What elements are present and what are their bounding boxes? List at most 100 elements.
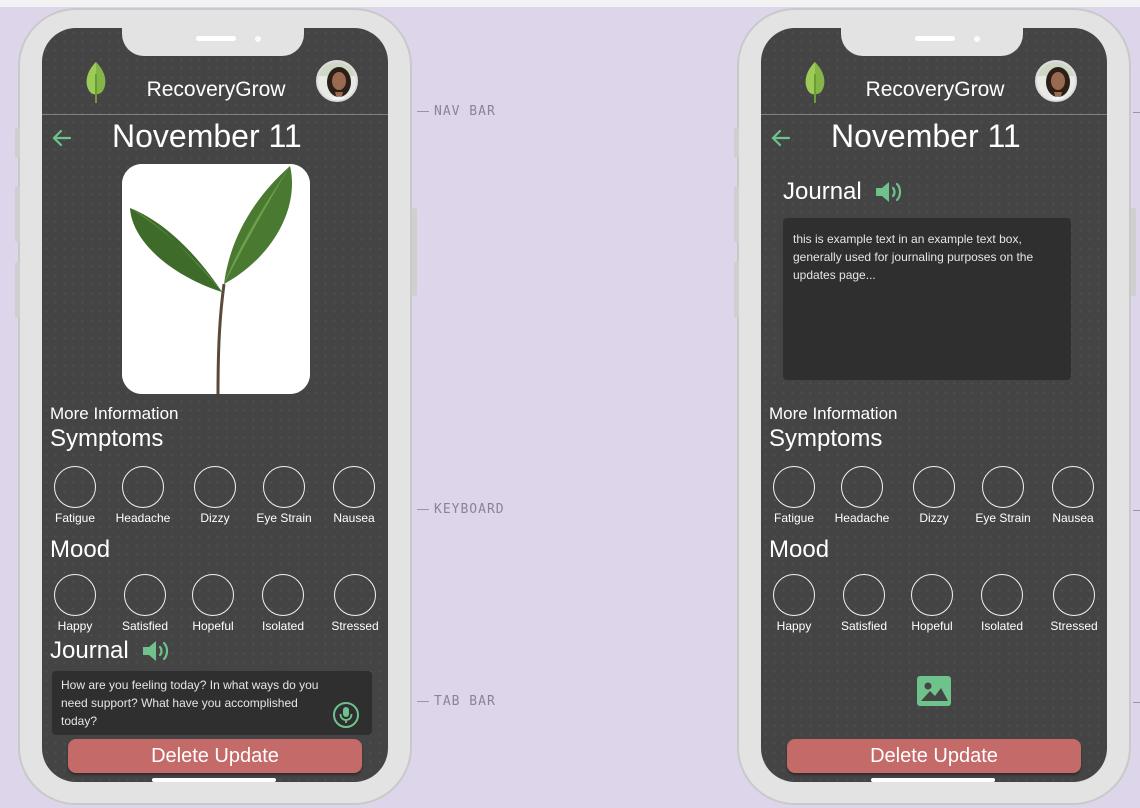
- phone-right: RecoveryGrow November 11 Journal this is…: [734, 8, 1136, 805]
- volume-down-button: [15, 262, 20, 318]
- mute-switch: [15, 128, 20, 158]
- screen-right: RecoveryGrow November 11 Journal this is…: [761, 28, 1107, 782]
- mood-label: Happy: [57, 619, 93, 633]
- symptom-toggle[interactable]: [773, 466, 815, 508]
- volume-up-button: [15, 186, 20, 242]
- mood-toggle[interactable]: [334, 574, 376, 616]
- avatar-photo: [1037, 62, 1075, 100]
- symptoms-heading: Symptoms: [50, 425, 164, 452]
- back-arrow-icon[interactable]: [50, 126, 74, 150]
- journal-heading: Journal: [783, 178, 862, 205]
- mood-toggle[interactable]: [124, 574, 166, 616]
- avatar[interactable]: [316, 60, 358, 102]
- earpiece: [196, 36, 236, 41]
- mood-row: Happy Satisfied Hopeful Isolated Stresse…: [42, 574, 388, 640]
- edge-marker: [1133, 702, 1140, 703]
- symptom-option[interactable]: Fatigue: [42, 466, 110, 525]
- keyboard-annotation: KEYBOARD: [417, 502, 505, 517]
- symptom-option[interactable]: Headache: [827, 466, 897, 525]
- symptom-option[interactable]: Fatigue: [761, 466, 829, 525]
- mood-option[interactable]: Happy: [42, 574, 110, 633]
- mood-toggle[interactable]: [773, 574, 815, 616]
- symptom-label: Fatigue: [773, 511, 815, 525]
- plant-image: [122, 164, 310, 394]
- symptom-option[interactable]: Headache: [108, 466, 178, 525]
- image-icon[interactable]: [917, 676, 951, 706]
- symptom-label: Headache: [115, 511, 171, 525]
- mood-toggle[interactable]: [192, 574, 234, 616]
- journal-input[interactable]: How are you feeling today? In what ways …: [52, 671, 372, 735]
- more-information-label: More Information: [50, 404, 179, 423]
- symptom-label: Eye Strain: [975, 511, 1031, 525]
- symptom-option[interactable]: Nausea: [319, 466, 388, 525]
- plant-illustration: [122, 164, 310, 394]
- power-button: [412, 208, 417, 296]
- mood-option[interactable]: Hopeful: [897, 574, 967, 633]
- mood-option[interactable]: Stressed: [1039, 574, 1107, 633]
- symptom-option[interactable]: Dizzy: [180, 466, 250, 525]
- mood-option[interactable]: Hopeful: [178, 574, 248, 633]
- symptom-toggle[interactable]: [122, 466, 164, 508]
- leaf-logo-icon: [805, 62, 825, 103]
- mood-label: Isolated: [980, 619, 1024, 633]
- mood-row: Happy Satisfied Hopeful Isolated Stresse…: [761, 574, 1107, 640]
- symptom-option[interactable]: Dizzy: [899, 466, 969, 525]
- mood-toggle[interactable]: [981, 574, 1023, 616]
- page-title: November 11: [112, 118, 302, 154]
- symptom-toggle[interactable]: [333, 466, 375, 508]
- mood-option[interactable]: Isolated: [248, 574, 318, 633]
- symptom-toggle[interactable]: [54, 466, 96, 508]
- symptom-toggle[interactable]: [982, 466, 1024, 508]
- avatar[interactable]: [1035, 60, 1077, 102]
- mood-heading: Mood: [50, 536, 111, 563]
- mood-option[interactable]: Satisfied: [110, 574, 180, 633]
- speaker-icon[interactable]: [141, 638, 171, 664]
- tab-bar-annotation: TAB BAR: [417, 694, 496, 709]
- symptom-toggle[interactable]: [913, 466, 955, 508]
- back-arrow-icon[interactable]: [769, 126, 793, 150]
- journal-heading: Journal: [50, 637, 129, 664]
- symptom-option[interactable]: Nausea: [1038, 466, 1107, 525]
- symptom-toggle[interactable]: [1052, 466, 1094, 508]
- symptom-toggle[interactable]: [841, 466, 883, 508]
- mood-toggle[interactable]: [911, 574, 953, 616]
- volume-down-button: [734, 262, 739, 318]
- mood-label: Hopeful: [911, 619, 953, 633]
- earpiece: [915, 36, 955, 41]
- leaf-logo-icon: [86, 62, 106, 103]
- volume-up-button: [734, 186, 739, 242]
- home-indicator[interactable]: [152, 778, 276, 782]
- mood-label: Satisfied: [840, 619, 888, 633]
- keyboard-annotation-text: KEYBOARD: [434, 502, 505, 517]
- microphone-icon[interactable]: [332, 701, 360, 729]
- journal-text: this is example text in an example text …: [793, 232, 1034, 282]
- mood-toggle[interactable]: [1053, 574, 1095, 616]
- journal-text-box[interactable]: this is example text in an example text …: [783, 218, 1071, 380]
- symptom-option[interactable]: Eye Strain: [249, 466, 319, 525]
- speaker-icon[interactable]: [874, 179, 904, 205]
- phone-left: RecoveryGrow November 11 More Informatio…: [15, 8, 417, 805]
- home-indicator[interactable]: [871, 778, 995, 782]
- mood-option[interactable]: Stressed: [320, 574, 388, 633]
- delete-update-button[interactable]: Delete Update: [68, 739, 362, 773]
- screen-left: RecoveryGrow November 11 More Informatio…: [42, 28, 388, 782]
- mood-option[interactable]: Isolated: [967, 574, 1037, 633]
- mood-label: Stressed: [1050, 619, 1098, 633]
- mood-heading: Mood: [769, 536, 830, 563]
- mood-toggle[interactable]: [262, 574, 304, 616]
- mood-label: Satisfied: [121, 619, 169, 633]
- symptom-option[interactable]: Eye Strain: [968, 466, 1038, 525]
- mood-toggle[interactable]: [54, 574, 96, 616]
- symptoms-row: Fatigue Headache Dizzy Eye Strain Nausea: [42, 466, 388, 532]
- symptom-toggle[interactable]: [263, 466, 305, 508]
- symptom-toggle[interactable]: [194, 466, 236, 508]
- tab-bar-annotation-text: TAB BAR: [434, 694, 496, 709]
- mood-toggle[interactable]: [843, 574, 885, 616]
- symptoms-row: Fatigue Headache Dizzy Eye Strain Nausea: [761, 466, 1107, 532]
- symptom-label: Dizzy: [200, 511, 230, 525]
- mood-option[interactable]: Happy: [761, 574, 829, 633]
- mood-option[interactable]: Satisfied: [829, 574, 899, 633]
- delete-update-button[interactable]: Delete Update: [787, 739, 1081, 773]
- power-button: [1131, 208, 1136, 296]
- symptom-label: Nausea: [1052, 511, 1094, 525]
